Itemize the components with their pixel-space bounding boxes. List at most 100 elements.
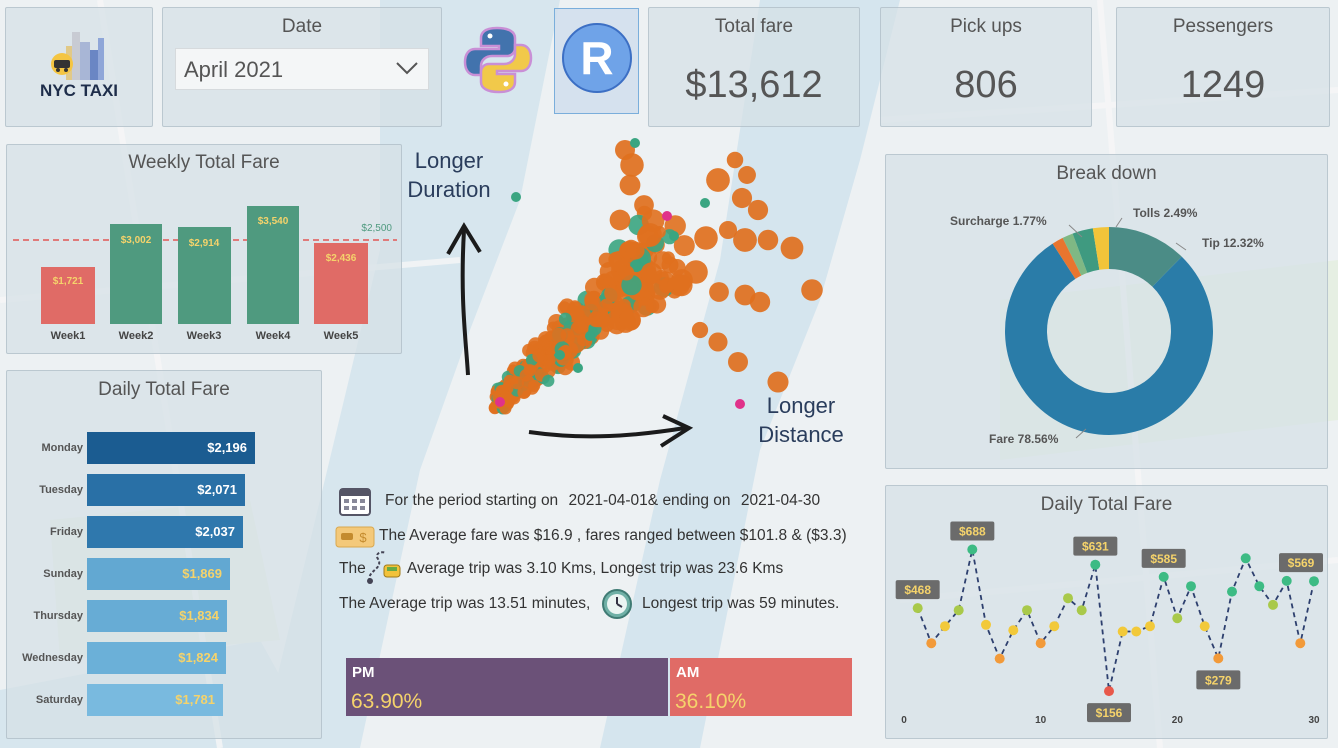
pick-ups-value: 806 xyxy=(954,64,1018,106)
logo-text: NYC TAXI xyxy=(39,81,119,100)
weekly-bar-3: $2,914 Week3 xyxy=(178,227,231,342)
pick-ups-title: Pick ups xyxy=(950,16,1022,37)
weekly-bar-value: $1,721 xyxy=(53,276,84,287)
am-label: AM xyxy=(676,664,700,681)
donut-label-surcharge: Surcharge 1.77% xyxy=(950,214,1047,228)
summary-fare-line: The Average fare was $16.9 , fares range… xyxy=(379,527,847,544)
am-value: 36.10% xyxy=(675,690,747,713)
line-point xyxy=(940,621,950,632)
scatter-point xyxy=(735,399,745,409)
am-share-bar: AM 36.10% xyxy=(670,658,852,716)
scatter-point xyxy=(718,220,738,240)
scatter-point xyxy=(650,280,670,300)
pm-share-bar: PM 63.90% xyxy=(346,658,668,716)
scatter-point xyxy=(618,265,635,281)
passengers-card: Pessengers 1249 xyxy=(1116,7,1330,127)
daily-bar-row: Tuesday $2,071 xyxy=(7,474,323,506)
scatter-point xyxy=(738,166,756,184)
svg-text:$156: $156 xyxy=(1096,706,1123,720)
daily-bar-label: Monday xyxy=(41,442,83,454)
line-point xyxy=(1008,625,1019,636)
scatter-point xyxy=(634,195,654,215)
daily-bar-label: Tuesday xyxy=(39,484,83,496)
route-icon xyxy=(367,551,401,584)
line-point xyxy=(1035,638,1046,649)
x-tick-label: 30 xyxy=(1308,715,1320,726)
line-point xyxy=(1090,559,1101,570)
scatter-point xyxy=(619,174,641,196)
daily-bar: $2,037 xyxy=(87,516,243,548)
daily-bar-label: Wednesday xyxy=(22,652,83,664)
daily-fare-line-card: Daily Total Fare $468 $688 $631 $156 $585 $27… xyxy=(885,485,1328,739)
svg-text:$: $ xyxy=(359,530,367,545)
svg-text:$279: $279 xyxy=(1205,673,1232,687)
donut-label-fare: Fare 78.56% xyxy=(989,432,1059,446)
line-point xyxy=(1063,593,1073,604)
daily-bar: $1,781 xyxy=(87,684,223,716)
line-point xyxy=(1172,613,1183,624)
weekly-fare-chart: $2,500 $1,721 Week1 $3,002 Week2 $2,914 … xyxy=(13,206,397,342)
line-point xyxy=(1213,653,1224,664)
scatter-point xyxy=(630,138,640,148)
weekly-bar-label: Week4 xyxy=(256,330,292,342)
scatter-point xyxy=(619,241,637,259)
pm-label: PM xyxy=(352,664,375,681)
date-filter-card: Date April 2021 xyxy=(162,7,442,127)
date-dropdown[interactable]: April 2021 xyxy=(175,48,429,90)
total-fare-value: $13,612 xyxy=(685,64,823,106)
weekly-bar-1: $1,721 Week1 xyxy=(41,267,95,342)
r-button[interactable]: R xyxy=(554,8,639,114)
line-point xyxy=(1309,576,1319,587)
line-data-label: $688 xyxy=(950,521,995,541)
summary-period-mid: & ending on xyxy=(647,492,731,509)
svg-text:$585: $585 xyxy=(1150,552,1177,566)
weekly-bar-2: $3,002 Week2 xyxy=(110,224,162,342)
calendar-icon xyxy=(339,488,371,516)
daily-bar-label: Saturday xyxy=(35,694,83,706)
weekly-bar-label: Week5 xyxy=(324,330,359,342)
line-data-label: $279 xyxy=(1196,670,1241,690)
donut-leader-line xyxy=(1115,217,1123,228)
scatter-point xyxy=(691,321,709,339)
scatter-point xyxy=(706,168,730,192)
weekly-bar-5: $2,436 Week5 xyxy=(314,243,368,342)
summary-duration-line-b: Longest trip was 59 minutes. xyxy=(642,595,840,612)
svg-text:$468: $468 xyxy=(904,583,931,597)
donut-slice xyxy=(1005,243,1213,435)
weekly-fare-card: Weekly Total Fare $2,500 $1,721 Week1 $3… xyxy=(6,144,402,354)
scatter-point xyxy=(584,294,601,311)
line-point xyxy=(1240,553,1251,564)
arrow-up-icon xyxy=(446,222,482,376)
x-tick-label: 10 xyxy=(1035,715,1047,726)
python-icon[interactable] xyxy=(463,24,533,96)
daily-bar: $1,834 xyxy=(87,600,227,632)
scatter-point xyxy=(604,284,622,302)
pick-ups-card: Pick ups 806 xyxy=(880,7,1092,127)
line-point xyxy=(1049,621,1060,632)
scatter-point xyxy=(573,363,583,373)
line-data-label: $468 xyxy=(895,580,940,600)
line-point xyxy=(1131,626,1142,637)
x-tick-label: 20 xyxy=(1172,715,1184,726)
line-point xyxy=(994,653,1005,664)
line-point xyxy=(953,605,964,616)
line-point xyxy=(1199,621,1210,632)
longer-distance-line2: Distance xyxy=(758,422,844,447)
x-tick-label: 0 xyxy=(901,715,907,726)
scatter-point xyxy=(511,192,521,202)
total-fare-title: Total fare xyxy=(714,16,794,37)
scatter-point xyxy=(510,376,524,390)
daily-fare-line-chart: $468 $688 $631 $156 $585 $279 $569 0 10 20 30 xyxy=(895,521,1323,726)
daily-bar-list: Monday $2,196 Tuesday $2,071 Friday $2,0… xyxy=(7,432,323,732)
daily-bar-row: Wednesday $1,824 xyxy=(7,642,323,674)
clock-icon xyxy=(602,589,632,619)
scatter-point xyxy=(731,187,753,209)
line-point xyxy=(1227,586,1237,597)
longer-distance-line1: Longer xyxy=(766,393,836,418)
date-filter-title: Date xyxy=(281,16,323,37)
date-dropdown-value: April 2021 xyxy=(184,57,284,82)
line-series xyxy=(916,549,1315,692)
scatter-point xyxy=(780,236,804,260)
line-point xyxy=(1022,605,1032,616)
weekly-bar-4: $3,540 Week4 xyxy=(247,206,299,342)
